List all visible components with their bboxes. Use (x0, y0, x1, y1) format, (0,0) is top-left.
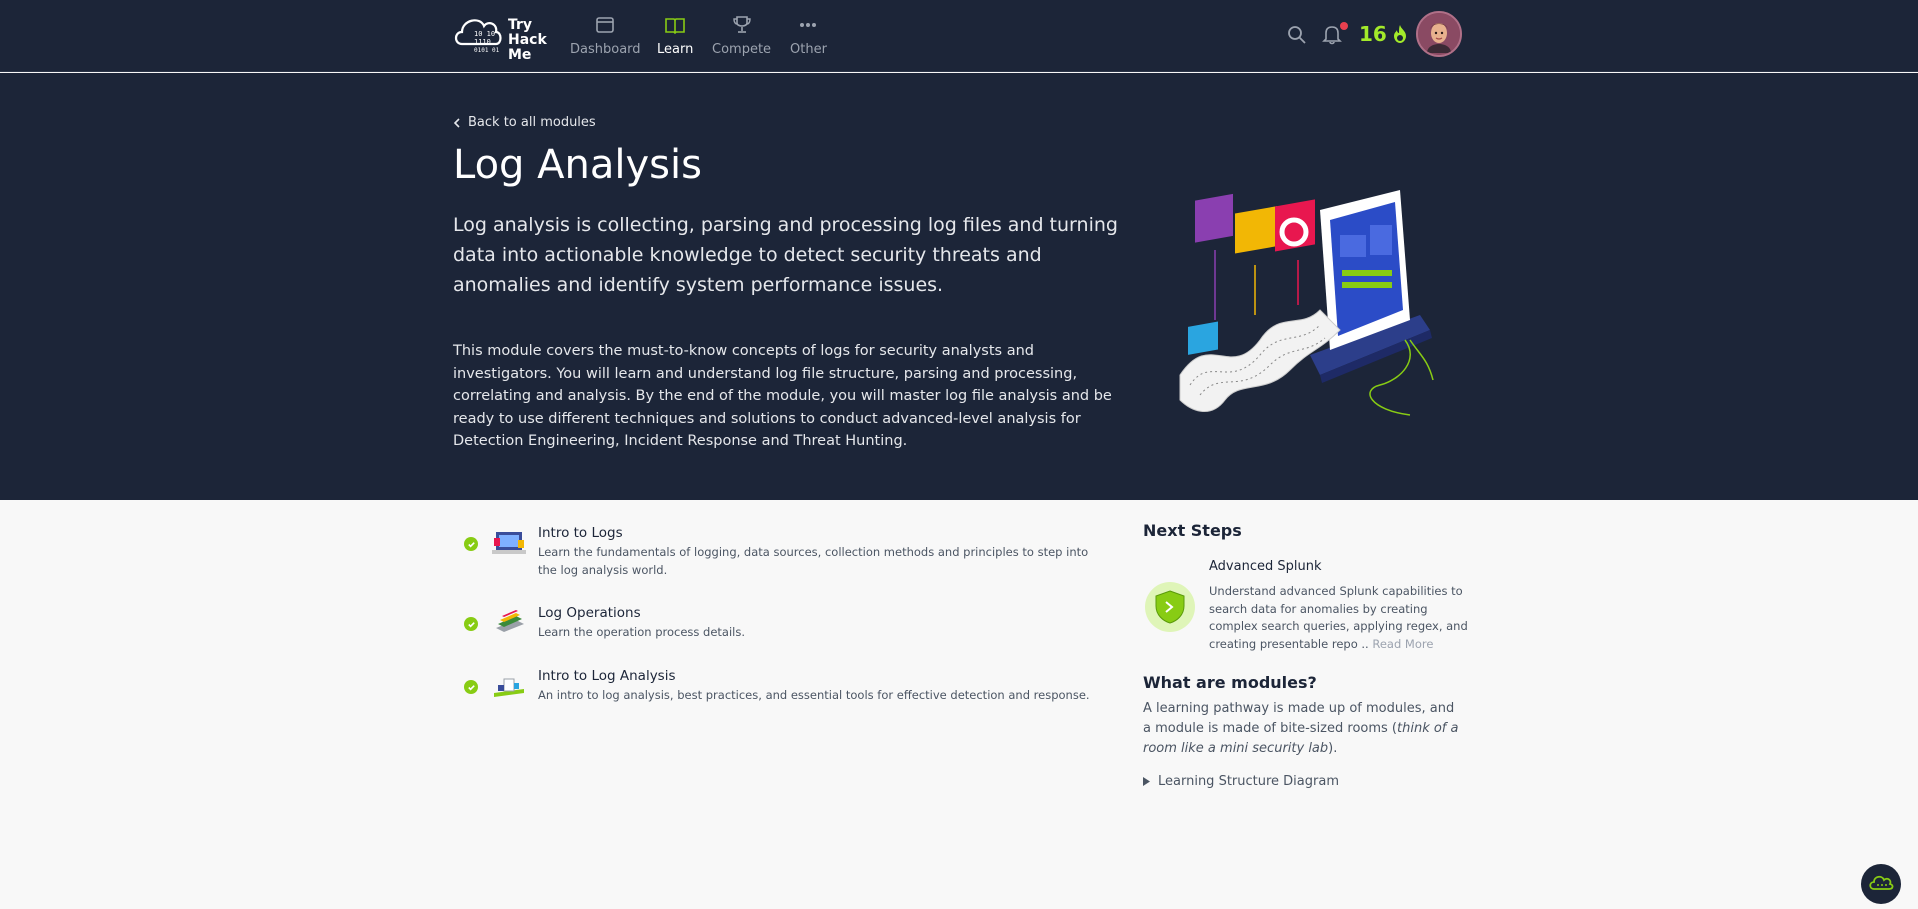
room-title[interactable]: Intro to Logs (538, 524, 1098, 542)
notification-badge (1340, 22, 1348, 30)
what-are-modules-heading: What are modules? (1143, 673, 1317, 692)
nav-dashboard[interactable]: Dashboard (570, 14, 641, 57)
svg-text:0101 01: 0101 01 (474, 47, 500, 54)
next-step-badge[interactable] (1145, 582, 1195, 632)
learning-structure-diagram-toggle[interactable]: Learning Structure Diagram (1143, 774, 1339, 789)
user-avatar[interactable] (1416, 11, 1462, 57)
nav-learn[interactable]: Learn (657, 14, 693, 57)
chevron-left-icon (453, 117, 460, 128)
nav-dashboard-label: Dashboard (570, 42, 641, 57)
nav-learn-label: Learn (657, 42, 694, 57)
logo-text-try: Try (508, 17, 533, 33)
completed-check-icon (464, 680, 478, 694)
streak-count: 16 (1359, 22, 1387, 46)
flame-icon (1393, 25, 1406, 43)
log-analysis-illustration (1179, 190, 1434, 416)
dashboard-icon (596, 17, 615, 33)
logo-text-me: Me (508, 47, 532, 63)
room-description: Learn the fundamentals of logging, data … (538, 545, 1089, 577)
nav-other-label: Other (790, 42, 827, 57)
top-navbar: 10 10 1110 0101 01 Try Hack Me Dashboard… (0, 0, 1918, 72)
next-steps-heading: Next Steps (1143, 521, 1242, 540)
nav-compete-label: Compete (712, 42, 772, 57)
next-step-description: Understand advanced Splunk capabilities … (1209, 583, 1469, 653)
room-description: An intro to log analysis, best practices… (538, 688, 1090, 702)
completed-check-icon (464, 537, 478, 551)
shield-icon (1155, 590, 1185, 624)
room-item-intro-to-logs[interactable]: Intro to Logs Learn the fundamentals of … (464, 524, 1098, 579)
module-lead: Log analysis is collecting, parsing and … (453, 214, 1118, 296)
room-thumbnail (492, 532, 526, 554)
read-more-link[interactable]: Read More (1372, 637, 1433, 651)
chat-cloud-icon (1869, 875, 1894, 890)
room-title[interactable]: Intro to Log Analysis (538, 667, 1098, 685)
learning-structure-diagram-label: Learning Structure Diagram (1158, 774, 1339, 789)
dots-icon (800, 23, 817, 27)
caret-right-icon (1143, 777, 1150, 786)
chat-support-button[interactable] (1861, 864, 1901, 904)
room-thumbnail (496, 610, 524, 632)
room-thumbnail (494, 678, 524, 697)
svg-text:1110: 1110 (474, 38, 491, 46)
nav-compete[interactable]: Compete (712, 14, 771, 57)
logo-text-hack: Hack (508, 32, 547, 48)
room-item-log-operations[interactable]: Log Operations Learn the operation proce… (464, 604, 1098, 641)
room-title[interactable]: Log Operations (538, 604, 1098, 622)
book-icon (665, 18, 685, 35)
what-are-modules-text: A learning pathway is made up of modules… (1143, 699, 1463, 759)
module-description: This module covers the must-to-know conc… (453, 343, 1112, 450)
back-to-modules-link[interactable]: Back to all modules (453, 115, 596, 130)
svg-text:10 10: 10 10 (474, 30, 495, 38)
search-icon[interactable] (1286, 24, 1308, 46)
streak-counter[interactable]: 16 (1359, 22, 1409, 46)
completed-check-icon (464, 617, 478, 631)
page-title: Log Analysis (453, 142, 702, 188)
room-item-intro-to-log-analysis[interactable]: Intro to Log Analysis An intro to log an… (464, 667, 1098, 704)
room-description: Learn the operation process details. (538, 625, 746, 639)
trophy-icon (732, 16, 751, 33)
back-link-label: Back to all modules (468, 115, 596, 130)
nav-other[interactable]: Other (790, 14, 827, 57)
tryhackme-logo[interactable]: 10 10 1110 0101 01 Try Hack Me (452, 6, 552, 66)
what-are-modules-text-2: ). (1328, 741, 1338, 756)
next-step-title[interactable]: Advanced Splunk (1209, 559, 1321, 574)
